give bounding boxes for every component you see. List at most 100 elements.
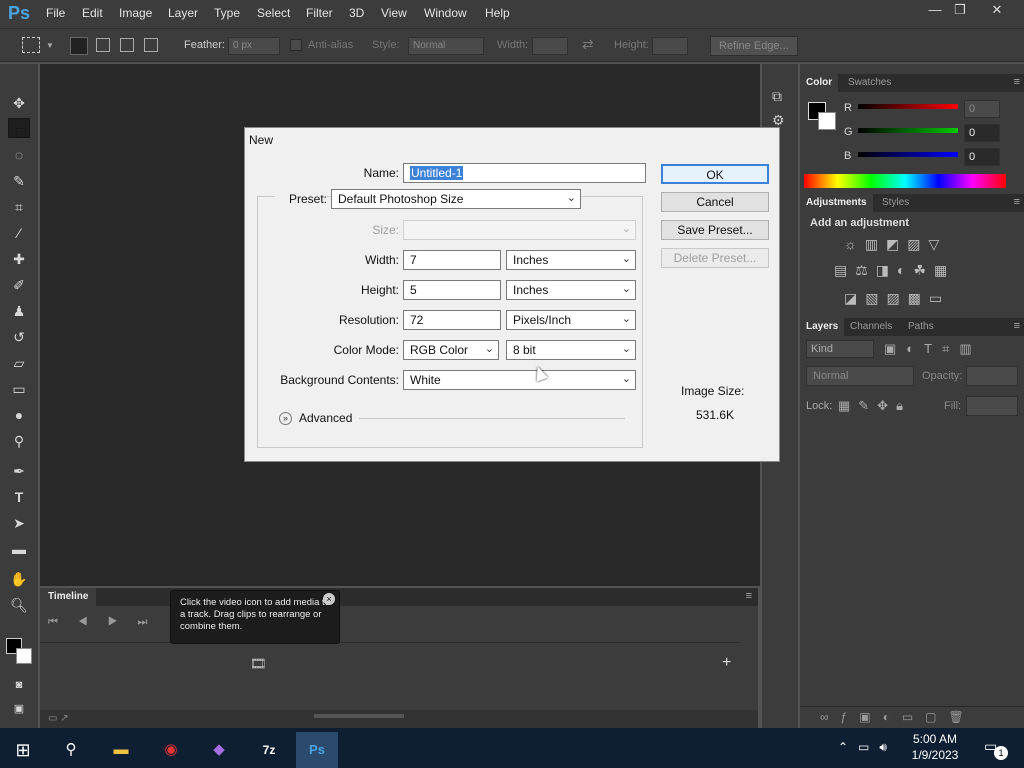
healing-brush-tool-icon[interactable]: ✚ <box>8 248 30 270</box>
width-unit-select[interactable]: Inches ⌄ <box>506 250 636 270</box>
r-slider[interactable] <box>858 104 958 109</box>
layer-filter-icons[interactable]: ▣◐T⌗▥ <box>884 341 982 357</box>
style-select[interactable]: Normal <box>408 37 484 55</box>
opacity-input[interactable] <box>966 366 1018 386</box>
video-track-icon[interactable]: 🎞︎ <box>250 656 267 672</box>
cancel-button[interactable]: Cancel <box>661 192 769 212</box>
restore-button[interactable]: ❐ <box>945 2 975 20</box>
tab-swatches[interactable]: Swatches <box>842 74 897 92</box>
panel-menu-icon[interactable]: ≡ <box>746 590 752 602</box>
b-slider[interactable] <box>858 152 958 157</box>
resolution-input[interactable]: 72 <box>403 310 501 330</box>
preset-select[interactable]: Default Photoshop Size ⌄ <box>331 189 581 209</box>
menu-3d[interactable]: 3D <box>349 6 364 20</box>
resolution-unit-select[interactable]: Pixels/Inch ⌄ <box>506 310 636 330</box>
pen-tool-icon[interactable]: ✒ <box>8 460 30 482</box>
dodge-tool-icon[interactable]: ⚲ <box>8 430 30 452</box>
visual-studio-icon[interactable]: ◆ <box>198 732 240 768</box>
new-selection-icon[interactable] <box>70 37 88 55</box>
timeline-zoom-slider[interactable] <box>314 714 404 718</box>
panel-menu-icon[interactable]: ≡ <box>1014 76 1020 88</box>
type-tool-icon[interactable]: T <box>8 486 30 508</box>
intersect-selection-icon[interactable] <box>144 38 158 52</box>
marquee-tool-icon[interactable]: ⬚ <box>8 118 30 139</box>
width-input[interactable] <box>532 37 568 55</box>
hand-tool-icon[interactable]: ✋ <box>8 568 30 590</box>
refine-edge-button[interactable]: Refine Edge... <box>710 36 798 56</box>
blend-mode-select[interactable]: Normal <box>806 366 914 386</box>
fill-input[interactable] <box>966 396 1018 416</box>
gradient-tool-icon[interactable]: ▭ <box>8 378 30 400</box>
r-value[interactable]: 0 <box>964 100 1000 118</box>
swap-icon[interactable]: ⇄ <box>582 36 594 53</box>
tab-color[interactable]: Color <box>800 74 839 92</box>
close-window-button[interactable]: ✕ <box>982 2 1012 20</box>
delete-preset-button[interactable]: Delete Preset... <box>661 248 769 268</box>
height-input[interactable] <box>652 37 688 55</box>
search-icon[interactable]: ⚲ <box>50 732 92 768</box>
width-input[interactable]: 7 <box>403 250 501 270</box>
feather-input[interactable]: 0 px <box>228 37 280 55</box>
adjustment-icons-row-3[interactable]: ◪▧▨▩▭ <box>844 290 950 307</box>
clock-time[interactable]: 5:00 AM <box>900 732 970 746</box>
advanced-label[interactable]: Advanced <box>299 411 352 425</box>
menu-filter[interactable]: Filter <box>306 6 333 20</box>
zoom-tool-icon[interactable]: 🔍︎ <box>8 594 30 616</box>
save-preset-button[interactable]: Save Preset... <box>661 220 769 240</box>
antialias-checkbox[interactable] <box>290 39 302 51</box>
add-track-icon[interactable]: + <box>722 654 731 672</box>
menu-edit[interactable]: Edit <box>82 6 103 20</box>
menu-help[interactable]: Help <box>485 6 510 20</box>
g-slider[interactable] <box>858 128 958 133</box>
tool-preset-chevron-icon[interactable]: ▼ <box>46 41 54 50</box>
lock-icons[interactable]: ▦✎✥🔒︎ <box>838 398 911 414</box>
adjustment-icons-row-1[interactable]: ☼▥◩▨▽ <box>844 236 947 253</box>
add-selection-icon[interactable] <box>96 38 110 52</box>
tooltip-close-icon[interactable]: × <box>323 593 335 605</box>
tab-styles[interactable]: Styles <box>876 194 915 212</box>
7zip-icon[interactable]: 7z <box>248 732 290 768</box>
windows-start-icon[interactable]: ⊞ <box>2 732 44 768</box>
menu-select[interactable]: Select <box>257 6 290 20</box>
g-value[interactable]: 0 <box>964 124 1000 142</box>
screen-mode-icon[interactable]: ▣ <box>8 698 30 720</box>
rectangle-tool-icon[interactable]: ▬ <box>8 538 30 560</box>
background-color-swatch[interactable] <box>16 648 32 664</box>
color-mode-select[interactable]: RGB Color ⌄ <box>403 340 499 360</box>
menu-layer[interactable]: Layer <box>168 6 198 20</box>
chrome-icon[interactable]: ◉ <box>150 732 192 768</box>
brush-tool-icon[interactable]: ✐ <box>8 274 30 296</box>
photoshop-taskbar-icon[interactable]: Ps <box>296 732 338 768</box>
tab-timeline[interactable]: Timeline <box>40 588 97 606</box>
quick-mask-icon[interactable]: ◙ <box>8 674 30 696</box>
background-contents-select[interactable]: White ⌄ <box>403 370 636 390</box>
panel-menu-icon[interactable]: ≡ <box>1014 320 1020 332</box>
layers-footer-icons[interactable]: ∞ƒ▣◐▭▢🗑︎ <box>800 706 1024 728</box>
ok-button[interactable]: OK <box>661 164 769 184</box>
expand-advanced-icon[interactable]: » <box>279 412 292 425</box>
tab-adjustments[interactable]: Adjustments <box>800 194 873 212</box>
background-color-swatch[interactable] <box>818 112 836 130</box>
subtract-selection-icon[interactable] <box>120 38 134 52</box>
panel-menu-icon[interactable]: ≡ <box>1014 196 1020 208</box>
system-tray-icons[interactable]: ⌃▭🔊︎ <box>838 740 897 755</box>
clock-date[interactable]: 1/9/2023 <box>900 748 970 762</box>
tab-channels[interactable]: Channels <box>844 318 898 336</box>
height-input[interactable]: 5 <box>403 280 501 300</box>
marquee-tool-icon[interactable] <box>22 37 40 53</box>
eyedropper-tool-icon[interactable]: ⁄ <box>8 222 30 244</box>
bit-depth-select[interactable]: 8 bit ⌄ <box>506 340 636 360</box>
history-brush-tool-icon[interactable]: ↺ <box>8 326 30 348</box>
adjustment-icons-row-2[interactable]: ▤⚖◨◐☘▦ <box>834 262 955 279</box>
menu-image[interactable]: Image <box>119 6 152 20</box>
tab-paths[interactable]: Paths <box>902 318 940 336</box>
name-input[interactable]: Untitled-1 <box>403 163 646 183</box>
menu-view[interactable]: View <box>381 6 407 20</box>
color-spectrum[interactable] <box>804 174 1006 188</box>
quick-selection-tool-icon[interactable]: ✎ <box>8 170 30 192</box>
eraser-tool-icon[interactable]: ▱ <box>8 352 30 374</box>
menu-type[interactable]: Type <box>214 6 240 20</box>
b-value[interactable]: 0 <box>964 148 1000 166</box>
clone-stamp-tool-icon[interactable]: ♟ <box>8 300 30 322</box>
move-tool-icon[interactable]: ✥ <box>8 92 30 114</box>
